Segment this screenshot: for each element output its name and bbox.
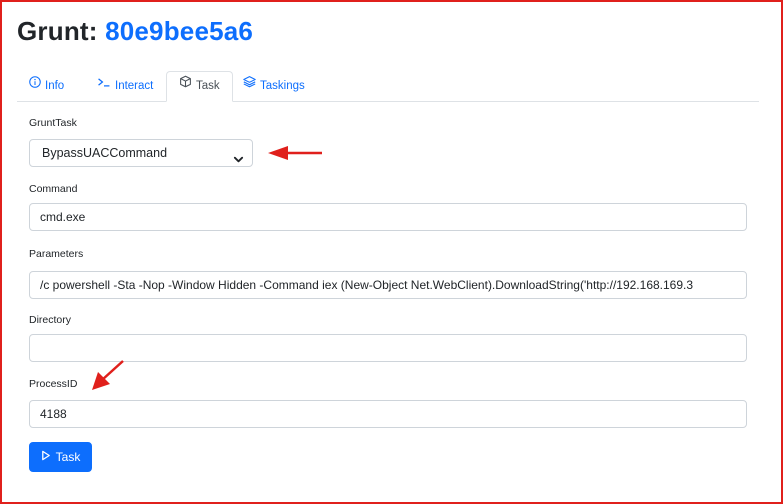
tab-interact-label: Interact [115, 80, 154, 93]
chevron-down-icon [233, 148, 244, 174]
tab-interact[interactable]: Interact [85, 71, 165, 101]
tab-info-label: Info [45, 80, 65, 93]
play-icon [41, 443, 51, 471]
tab-taskings-label: Taskings [260, 80, 305, 93]
tab-taskings[interactable]: Taskings [231, 71, 317, 101]
processid-input[interactable]: 4188 [29, 400, 747, 428]
directory-label: Directory [29, 314, 72, 326]
tab-task-label: Task [196, 80, 220, 93]
directory-input[interactable] [29, 334, 747, 362]
task-submit-label: Task [55, 450, 81, 464]
task-submit-button[interactable]: Task [29, 442, 92, 472]
layers-icon [243, 70, 256, 100]
parameters-input[interactable]: /c powershell -Sta -Nop -Window Hidden -… [29, 271, 747, 299]
annotation-arrow-icon [92, 360, 124, 390]
grunt-id: 80e9bee5a6 [105, 16, 254, 46]
tab-info[interactable]: Info [17, 71, 76, 101]
grunttask-selected-value: BypassUACCommand [42, 146, 168, 160]
annotation-arrow-icon [268, 146, 322, 160]
command-label: Command [29, 183, 78, 195]
page-title: Grunt: 80e9bee5a6 [17, 16, 253, 47]
grunttask-label: GruntTask [29, 117, 77, 129]
tab-bar: Info Interact Task Taskings [17, 71, 759, 102]
box-icon [179, 71, 192, 99]
screenshot-frame: Grunt: 80e9bee5a6 Info Interact Task Tas… [0, 0, 783, 504]
terminal-prompt-icon [97, 70, 111, 100]
page-title-prefix: Grunt: [17, 16, 98, 46]
grunttask-select[interactable]: BypassUACCommand [29, 139, 253, 167]
processid-label: ProcessID [29, 378, 78, 390]
tab-task[interactable]: Task [166, 71, 233, 102]
info-circle-icon [29, 70, 41, 100]
command-input[interactable]: cmd.exe [29, 203, 747, 231]
parameters-label: Parameters [29, 248, 84, 260]
